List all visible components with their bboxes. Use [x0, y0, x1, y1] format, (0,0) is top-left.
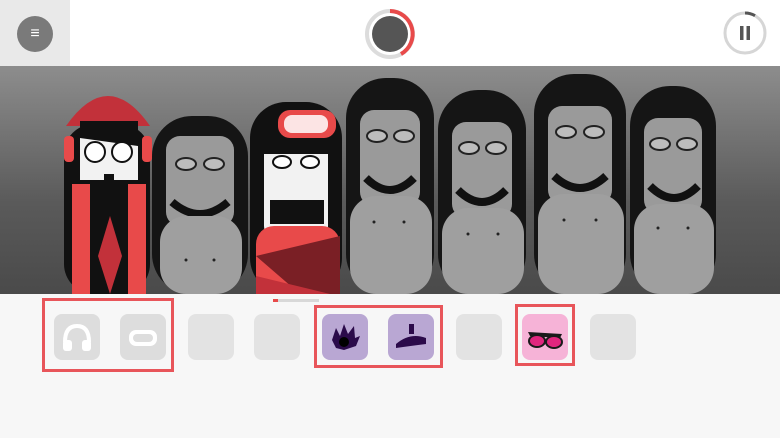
- performer-1-hat-headphones[interactable]: [64, 96, 152, 294]
- performer-5[interactable]: [438, 90, 526, 294]
- beats-selection-box: [42, 298, 174, 372]
- page-indicator: [273, 299, 319, 302]
- pause-button[interactable]: [722, 10, 768, 56]
- top-bar: ≡: [0, 0, 780, 66]
- performer-stage: [0, 66, 780, 294]
- effects-selection-box: [314, 305, 443, 368]
- performer-7[interactable]: [630, 86, 716, 294]
- page-indicator-fill: [273, 299, 278, 302]
- performer-3-goggles-hoodie[interactable]: [250, 102, 342, 294]
- empty-slot-3[interactable]: [456, 314, 502, 360]
- pause-icon: [723, 11, 767, 55]
- empty-slot-1[interactable]: [188, 314, 234, 360]
- menu-cell: ≡: [0, 0, 70, 66]
- performer-4[interactable]: [346, 78, 434, 294]
- empty-slot-4[interactable]: [590, 314, 636, 360]
- loop-progress-icon: [364, 8, 416, 60]
- performer-2[interactable]: [152, 116, 248, 294]
- menu-icon[interactable]: ≡: [17, 16, 53, 52]
- voices-selection-box: [515, 304, 575, 366]
- empty-slot-2[interactable]: [254, 314, 300, 360]
- performer-6[interactable]: [534, 74, 626, 294]
